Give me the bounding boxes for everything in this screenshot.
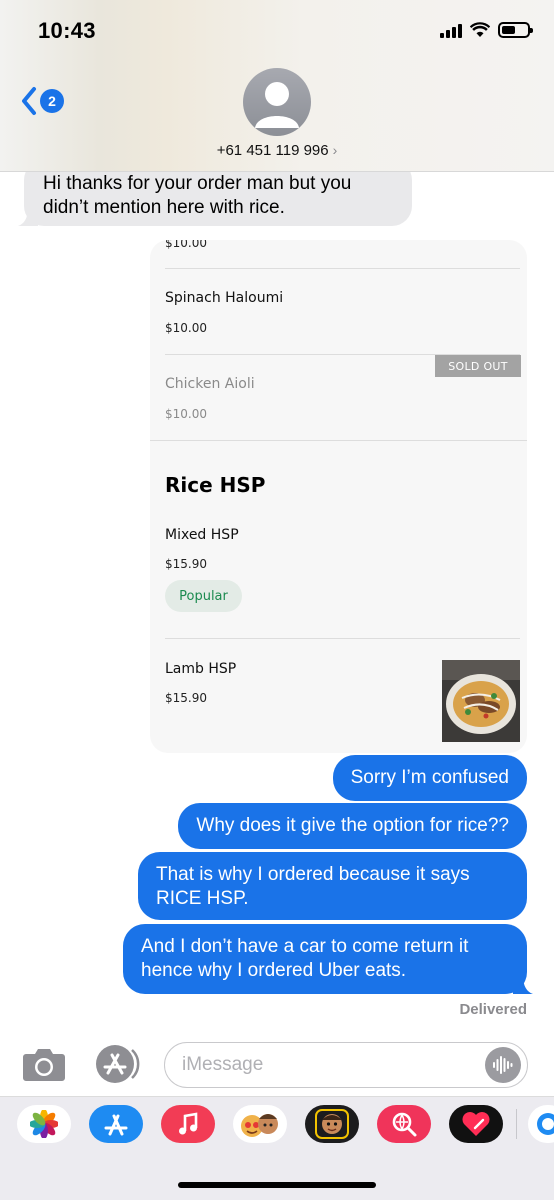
item-price: $15.90 bbox=[165, 691, 207, 705]
drawer-separator bbox=[516, 1109, 517, 1139]
item-name: Mixed HSP bbox=[165, 527, 239, 543]
message-text: Sorry I’m confused bbox=[350, 767, 509, 788]
images-search-icon[interactable] bbox=[377, 1105, 431, 1143]
back-button[interactable]: 2 bbox=[20, 86, 64, 116]
contact-number: +61 451 119 996 bbox=[216, 142, 329, 159]
delivered-status: Delivered bbox=[459, 1001, 527, 1018]
digital-touch-icon[interactable] bbox=[449, 1105, 503, 1143]
item-price: $10.00 bbox=[165, 407, 207, 421]
message-text: That is why I ordered because it says RI… bbox=[156, 864, 470, 909]
item-name: Chicken Aioli bbox=[165, 376, 255, 392]
app-store-app-icon[interactable] bbox=[89, 1105, 143, 1143]
status-icons bbox=[440, 22, 533, 38]
chevron-right-icon: › bbox=[332, 142, 338, 158]
music-app-icon[interactable] bbox=[161, 1105, 215, 1143]
home-indicator[interactable] bbox=[178, 1182, 376, 1188]
contact-avatar[interactable] bbox=[243, 68, 311, 136]
message-text: Hi thanks for your order man but you did… bbox=[43, 173, 352, 218]
item-price: $10.00 bbox=[165, 240, 207, 250]
memoji-stickers-icon[interactable] bbox=[233, 1105, 287, 1143]
message-text: And I don’t have a car to come return it… bbox=[141, 936, 469, 981]
photos-app-icon[interactable] bbox=[17, 1105, 71, 1143]
apps-button[interactable] bbox=[94, 1044, 140, 1084]
outgoing-message[interactable]: Sorry I’m confused bbox=[332, 755, 527, 801]
waveform-icon bbox=[493, 1056, 513, 1074]
outgoing-screenshot-image[interactable]: $10.00 Spinach Haloumi $10.00 SOLD OUT C… bbox=[150, 240, 527, 753]
app-store-icon bbox=[96, 1045, 140, 1083]
conversation-header: 10:43 2 +61 451 119 996 › bbox=[0, 0, 554, 172]
camera-button[interactable] bbox=[22, 1046, 66, 1082]
outgoing-message[interactable]: And I don’t have a car to come return it… bbox=[123, 924, 533, 994]
more-app-icon[interactable] bbox=[528, 1105, 554, 1143]
sold-out-badge: SOLD OUT bbox=[435, 355, 521, 377]
camera-icon bbox=[23, 1049, 65, 1081]
audio-message-button[interactable] bbox=[485, 1047, 521, 1083]
divider bbox=[165, 638, 520, 639]
food-photo bbox=[442, 660, 520, 742]
back-chevron-icon bbox=[22, 87, 36, 115]
bubble-tail bbox=[18, 208, 38, 226]
wifi-icon bbox=[470, 22, 490, 37]
item-price: $15.90 bbox=[165, 557, 207, 571]
unread-count-badge: 2 bbox=[40, 89, 64, 113]
item-name: Spinach Haloumi bbox=[165, 290, 284, 306]
outgoing-message[interactable]: That is why I ordered because it says RI… bbox=[138, 852, 527, 920]
outgoing-message[interactable]: Why does it give the option for rice?? bbox=[178, 803, 527, 849]
popular-tag: Popular bbox=[165, 580, 242, 612]
animoji-icon[interactable] bbox=[305, 1105, 359, 1143]
divider bbox=[150, 440, 527, 441]
message-text: Why does it give the option for rice?? bbox=[196, 815, 509, 836]
divider bbox=[165, 268, 520, 269]
bubble-tail bbox=[513, 976, 533, 994]
contact-name[interactable]: +61 451 119 996 › bbox=[0, 142, 554, 159]
section-title: Rice HSP bbox=[165, 473, 266, 497]
person-icon bbox=[255, 82, 299, 128]
signal-icon bbox=[440, 23, 462, 38]
status-time: 10:43 bbox=[38, 18, 96, 43]
battery-icon bbox=[498, 22, 533, 38]
imessage-input[interactable] bbox=[164, 1042, 528, 1088]
item-name: Lamb HSP bbox=[165, 661, 237, 677]
item-price: $10.00 bbox=[165, 321, 207, 335]
